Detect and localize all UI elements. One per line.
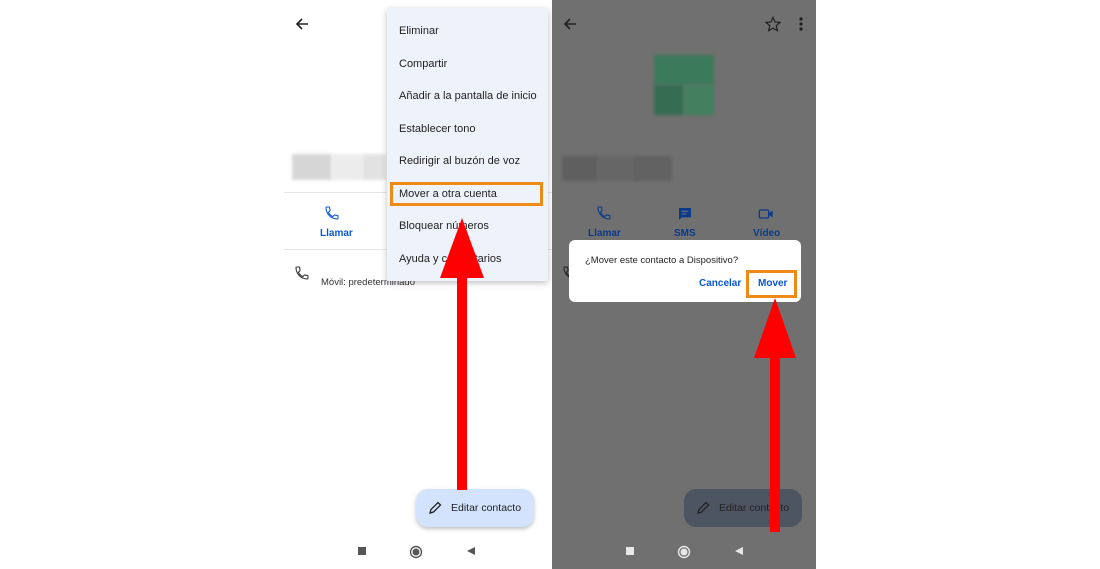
sms-quick-action[interactable]: SMS xyxy=(674,228,696,239)
cancel-button[interactable]: Cancelar xyxy=(699,278,741,289)
menu-item-add-home[interactable]: Añadir a la pantalla de inicio xyxy=(399,90,537,102)
edit-pencil-icon xyxy=(696,501,710,515)
edit-pencil-icon xyxy=(428,501,442,515)
menu-item-eliminar[interactable]: Eliminar xyxy=(399,25,439,37)
nav-circle-icon[interactable] xyxy=(409,545,423,559)
menu-item-set-ringtone[interactable]: Establecer tono xyxy=(399,123,475,135)
nav-triangle-icon[interactable] xyxy=(466,546,476,556)
phone-icon xyxy=(294,265,310,281)
more-vert-icon[interactable] xyxy=(798,16,804,32)
highlight-box xyxy=(746,270,797,298)
nav-square-icon[interactable] xyxy=(357,546,367,556)
left-phone-screen: Llamar Móvil: predeterminado Eliminar Co… xyxy=(284,0,552,569)
red-arrow xyxy=(440,218,484,490)
call-quick-action[interactable]: Llamar xyxy=(588,228,621,239)
nav-triangle-icon[interactable] xyxy=(734,546,744,556)
back-arrow-icon[interactable] xyxy=(294,16,310,32)
dialog-message: ¿Mover este contacto a Dispositivo? xyxy=(585,255,739,266)
menu-item-compartir[interactable]: Compartir xyxy=(399,58,447,70)
phone-icon[interactable] xyxy=(596,205,612,221)
red-arrow xyxy=(754,298,796,532)
back-arrow-icon[interactable] xyxy=(562,16,578,32)
edit-contact-label: Editar contacto xyxy=(451,502,522,514)
highlight-box xyxy=(390,182,543,206)
edit-contact-button[interactable]: Editar contacto xyxy=(416,489,534,527)
nav-circle-icon[interactable] xyxy=(677,545,691,559)
call-quick-action[interactable]: Llamar xyxy=(320,228,353,239)
menu-item-voicemail[interactable]: Redirigir al buzón de voz xyxy=(399,155,520,167)
star-icon[interactable] xyxy=(765,16,781,32)
video-icon[interactable] xyxy=(758,207,774,221)
phone-icon[interactable] xyxy=(324,205,340,221)
nav-square-icon[interactable] xyxy=(625,546,635,556)
right-phone-screen: Llamar SMS Vídeo ¿Mover este contacto a … xyxy=(552,0,816,569)
video-quick-action[interactable]: Vídeo xyxy=(753,228,780,239)
sms-icon[interactable] xyxy=(677,206,693,222)
